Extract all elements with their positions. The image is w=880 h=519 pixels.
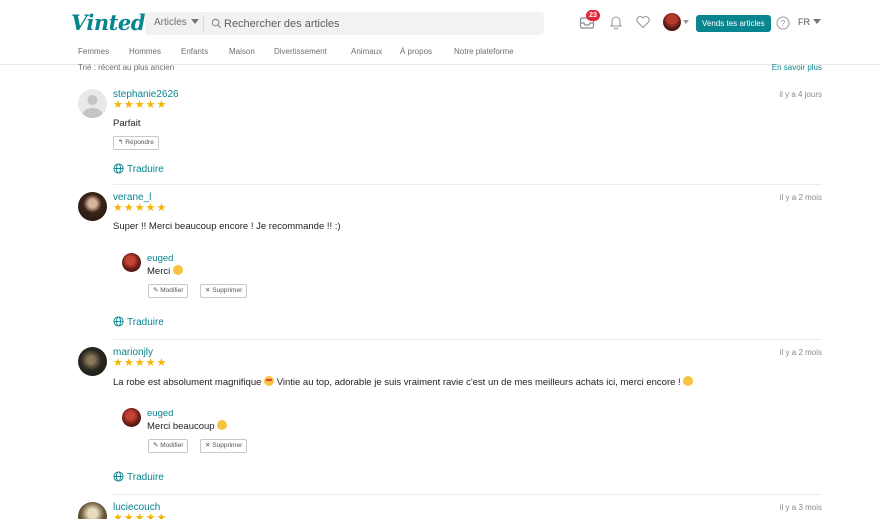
search-input[interactable] (224, 14, 524, 33)
help-icon[interactable]: ? (776, 16, 790, 30)
review-time: il y a 2 mois (779, 193, 822, 202)
chevron-down-icon (813, 19, 821, 24)
translate-label: Traduire (127, 472, 164, 483)
nav-item-notre-plateforme[interactable]: Notre plateforme (454, 47, 514, 56)
globe-icon (113, 163, 124, 174)
avatar[interactable] (78, 89, 107, 118)
delete-button[interactable]: ✕ Supprimer (200, 439, 248, 453)
smile-emoji-icon (683, 376, 694, 386)
edit-button-label: Modifier (160, 287, 184, 294)
nav-item-animaux[interactable]: Animaux (351, 47, 382, 56)
review-time: il y a 2 mois (779, 348, 822, 357)
reply-text-content: Merci beaucoup (147, 421, 215, 432)
pencil-icon: ✎ (153, 287, 159, 294)
review-divider (113, 184, 822, 185)
review-text-part1: La robe est absolument magnifique (113, 377, 262, 388)
review-text-part2: Vintie au top, adorable je suis vraiment… (276, 377, 681, 388)
avatar[interactable] (78, 347, 107, 376)
review-text: Super !! Merci beaucoup encore ! Je reco… (113, 221, 341, 232)
review-time: il y a 3 mois (779, 503, 822, 512)
edit-button[interactable]: ✎ Modifier (148, 284, 189, 298)
review-divider (113, 339, 822, 340)
translate-link[interactable]: Traduire (113, 316, 164, 328)
close-icon: ✕ (205, 287, 211, 294)
user-avatar[interactable] (663, 13, 681, 31)
reply-text: Merci beaucoup (147, 420, 228, 432)
rating-stars: ★★★★★ (113, 512, 168, 519)
rating-stars: ★★★★★ (113, 202, 168, 214)
avatar[interactable] (122, 253, 141, 272)
language-selector[interactable]: FR (798, 17, 821, 27)
close-icon: ✕ (205, 442, 211, 449)
nav-item-femmes[interactable]: Femmes (78, 47, 109, 56)
smile-emoji-icon (217, 420, 228, 430)
edit-button-label: Modifier (160, 442, 184, 449)
review-divider (113, 494, 822, 495)
sell-items-button[interactable]: Vends tes articles (696, 15, 771, 32)
avatar[interactable] (122, 408, 141, 427)
reply-text-content: Merci (147, 266, 171, 277)
smile-emoji-icon (172, 265, 183, 275)
delete-button[interactable]: ✕ Supprimer (200, 284, 248, 298)
rating-stars: ★★★★★ (113, 99, 168, 111)
reply-username[interactable]: euged (147, 408, 173, 419)
search-category-dropdown[interactable]: Articles (154, 17, 199, 28)
search-divider (203, 15, 204, 32)
edit-button[interactable]: ✎ Modifier (148, 439, 189, 453)
reply-button[interactable]: ↰ Répondre (113, 136, 159, 150)
vinted-logo[interactable]: Vinted (71, 10, 145, 35)
heart-eyes-emoji-icon (264, 376, 275, 386)
delete-button-label: Supprimer (212, 442, 243, 449)
reply-button-label: Répondre (125, 139, 154, 146)
globe-icon (113, 471, 124, 482)
top-header: Vinted Articles 23 Vends tes articles ? … (0, 0, 880, 41)
chevron-down-icon[interactable] (683, 20, 689, 24)
category-nav: Femmes Hommes Enfants Maison Divertissem… (0, 41, 880, 65)
nav-item-maison[interactable]: Maison (229, 47, 255, 56)
nav-item-enfants[interactable]: Enfants (181, 47, 208, 56)
heart-icon[interactable] (635, 14, 651, 30)
search-icon (211, 18, 222, 29)
language-label: FR (798, 17, 810, 27)
avatar[interactable] (78, 192, 107, 221)
translate-label: Traduire (127, 164, 164, 175)
reply-text: Merci (147, 265, 183, 277)
nav-item-hommes[interactable]: Hommes (129, 47, 161, 56)
chevron-down-icon (190, 19, 199, 24)
translate-link[interactable]: Traduire (113, 163, 164, 175)
learn-more-link[interactable]: En savoir plus (772, 63, 822, 72)
translate-label: Traduire (127, 317, 164, 328)
review-time: il y a 4 jours (779, 90, 822, 99)
delete-button-label: Supprimer (212, 287, 243, 294)
translate-link[interactable]: Traduire (113, 471, 164, 483)
review-text: Parfait (113, 118, 141, 129)
pencil-icon: ✎ (153, 442, 159, 449)
review-text: La robe est absolument magnifique Vintie… (113, 376, 694, 388)
reply-icon: ↰ (118, 139, 124, 146)
reply-username[interactable]: euged (147, 253, 173, 264)
rating-stars: ★★★★★ (113, 357, 168, 369)
nav-item-divertissement[interactable]: Divertissement (274, 47, 327, 56)
globe-icon (113, 316, 124, 327)
avatar[interactable] (78, 502, 107, 519)
default-avatar-icon (82, 95, 103, 118)
svg-text:?: ? (781, 19, 786, 28)
inbox-badge: 23 (586, 10, 600, 21)
search-bar: Articles (145, 12, 544, 35)
bell-icon[interactable] (608, 14, 624, 30)
nav-item-a-propos[interactable]: À propos (400, 47, 432, 56)
sort-label: Trié : récent au plus ancien (78, 63, 175, 72)
search-category-label: Articles (154, 17, 187, 28)
